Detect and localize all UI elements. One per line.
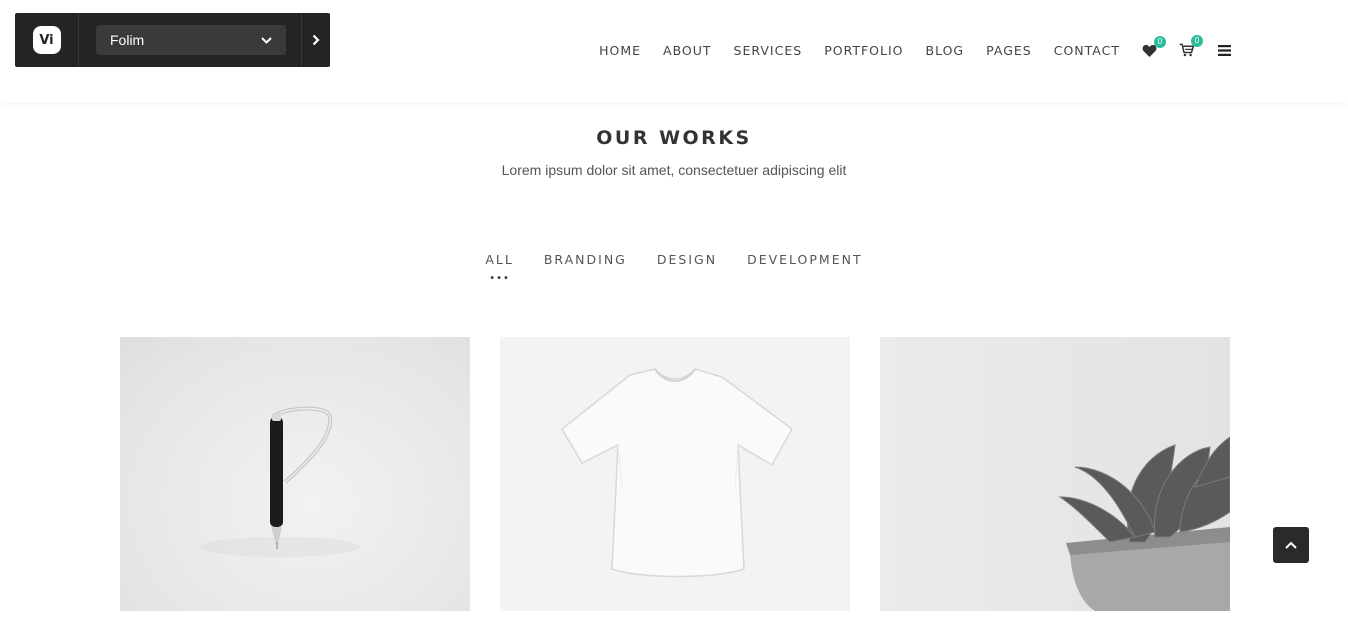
nav-services[interactable]: SERVICES — [734, 43, 803, 58]
filter-branding[interactable]: BRANDING — [544, 252, 627, 267]
portfolio-filters: ALL ••• BRANDING DESIGN DEVELOPMENT — [0, 252, 1348, 284]
switcher-logo[interactable]: Vi — [15, 13, 79, 67]
nav-portfolio[interactable]: PORTFOLIO — [824, 43, 903, 58]
nav-contact[interactable]: CONTACT — [1054, 43, 1120, 58]
chevron-up-icon — [1285, 541, 1297, 549]
nav-home[interactable]: HOME — [599, 43, 641, 58]
nav-blog[interactable]: BLOG — [926, 43, 965, 58]
theme-switcher-bar: Vi Folim — [15, 13, 330, 67]
nav-about[interactable]: ABOUT — [663, 43, 712, 58]
chevron-right-icon — [312, 34, 320, 46]
wishlist-count-badge: 0 — [1154, 35, 1166, 48]
main-nav: HOME ABOUT SERVICES PORTFOLIO BLOG PAGES… — [599, 35, 1231, 62]
theme-select-value: Folim — [110, 32, 145, 48]
portfolio-item[interactable] — [120, 337, 470, 611]
next-theme-button[interactable] — [301, 13, 330, 67]
section-title: OUR WORKS — [596, 127, 752, 149]
portfolio-item[interactable] — [880, 337, 1230, 611]
active-indicator-dots: ••• — [489, 273, 510, 284]
filter-all-label: ALL — [485, 252, 514, 267]
filter-design[interactable]: DESIGN — [657, 252, 717, 267]
menu-toggle-button[interactable] — [1218, 44, 1231, 56]
filter-development[interactable]: DEVELOPMENT — [747, 252, 863, 267]
theme-select[interactable]: Folim — [96, 25, 286, 55]
logo-mark: Vi — [32, 26, 61, 54]
pen-image — [200, 406, 360, 557]
menu-icon — [1218, 44, 1231, 56]
cart-button[interactable]: 0 — [1179, 35, 1203, 57]
nav-pages[interactable]: PAGES — [986, 43, 1032, 58]
filter-all[interactable]: ALL ••• — [485, 252, 514, 284]
scroll-to-top-button[interactable] — [1273, 527, 1309, 563]
chevron-down-icon — [261, 36, 272, 44]
cart-count-badge: 0 — [1191, 35, 1203, 47]
section-subtitle: Lorem ipsum dolor sit amet, consectetuer… — [501, 162, 847, 178]
wishlist-button[interactable]: 0 — [1142, 35, 1166, 57]
portfolio-item[interactable] — [500, 337, 850, 611]
succulent-image — [1058, 436, 1230, 611]
tshirt-image — [561, 368, 793, 578]
